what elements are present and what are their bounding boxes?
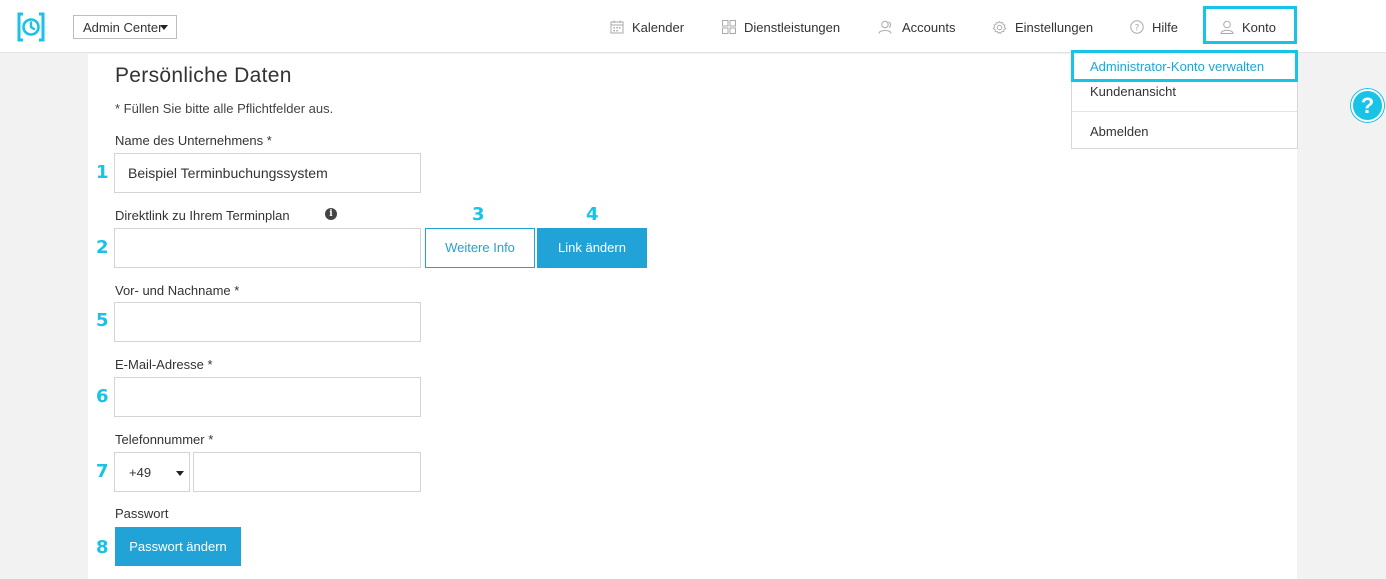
full-name-label: Vor- und Nachname * (115, 283, 240, 298)
company-name-label: Name des Unternehmens * (115, 133, 272, 148)
marker-3: 3 (472, 204, 485, 225)
nav-einstellungen[interactable]: Einstellungen (992, 18, 1093, 36)
full-name-input[interactable] (114, 302, 421, 342)
grid-icon (722, 20, 736, 34)
email-label: E-Mail-Adresse * (115, 357, 213, 372)
required-fields-hint: * Füllen Sie bitte alle Pflichtfelder au… (115, 101, 334, 116)
nav-hilfe[interactable]: ? Hilfe (1130, 18, 1178, 36)
marker-8: 8 (96, 537, 109, 558)
nav-kalender-label: Kalender (632, 19, 685, 35)
phone-country-code-select[interactable]: +49 (114, 452, 190, 492)
menu-item-logout[interactable]: Abmelden (1090, 124, 1149, 139)
company-name-value: Beispiel Terminbuchungssystem (128, 165, 328, 181)
marker-2: 2 (96, 237, 109, 258)
menu-item-manage-admin-account[interactable]: Administrator-Konto verwalten (1071, 50, 1298, 82)
nav-einstellungen-label: Einstellungen (1015, 19, 1094, 35)
email-input[interactable] (114, 377, 421, 417)
menu-item-customer-view[interactable]: Kundenansicht (1090, 84, 1176, 99)
nav-accounts-label: Accounts (902, 19, 956, 35)
calendar-icon (610, 20, 624, 34)
marker-6: 6 (96, 386, 109, 407)
question-icon: ? (1130, 20, 1144, 34)
change-password-button[interactable]: Passwort ändern (115, 527, 241, 566)
marker-4: 4 (586, 204, 599, 225)
nav-konto[interactable]: Konto (1220, 18, 1276, 36)
phone-country-code-value: +49 (129, 465, 152, 480)
caret-down-icon (176, 471, 184, 476)
nav-konto-label: Konto (1242, 19, 1276, 35)
phone-number-input[interactable] (193, 452, 421, 492)
marker-7: 7 (96, 461, 109, 482)
info-icon[interactable]: i (325, 208, 337, 220)
change-link-button[interactable]: Link ändern (537, 228, 647, 268)
nav-dienstleistungen-label: Dienstleistungen (744, 19, 841, 35)
caret-down-icon (160, 25, 168, 30)
svg-text:?: ? (1135, 23, 1140, 33)
nav-accounts[interactable]: Accounts (878, 18, 955, 36)
nav-hilfe-label: Hilfe (1152, 19, 1179, 35)
company-name-input[interactable]: Beispiel Terminbuchungssystem (114, 153, 421, 193)
user-icon (1220, 20, 1234, 34)
floating-help-icon[interactable]: ? (1351, 89, 1384, 122)
menu-divider (1072, 111, 1297, 112)
phone-label: Telefonnummer * (115, 432, 214, 447)
marker-5: 5 (96, 310, 109, 331)
more-info-button[interactable]: Weitere Info (425, 228, 535, 268)
clock-logo-icon[interactable] (16, 12, 46, 42)
top-navigation-bar: Admin Center Kalender Dienstleistungen A… (0, 0, 1386, 53)
nav-dienstleistungen[interactable]: Dienstleistungen (722, 18, 840, 36)
users-icon (878, 20, 892, 34)
gear-icon (992, 20, 1007, 34)
admin-center-label: Admin Center (83, 20, 163, 35)
admin-center-select[interactable]: Admin Center (73, 15, 177, 39)
page-title: Persönliche Daten (115, 64, 292, 87)
nav-kalender[interactable]: Kalender (610, 18, 684, 36)
direct-link-input[interactable] (114, 228, 421, 268)
direct-link-label: Direktlink zu Ihrem Terminplan (115, 208, 290, 223)
marker-1: 1 (96, 162, 109, 183)
password-label: Passwort (115, 506, 169, 521)
